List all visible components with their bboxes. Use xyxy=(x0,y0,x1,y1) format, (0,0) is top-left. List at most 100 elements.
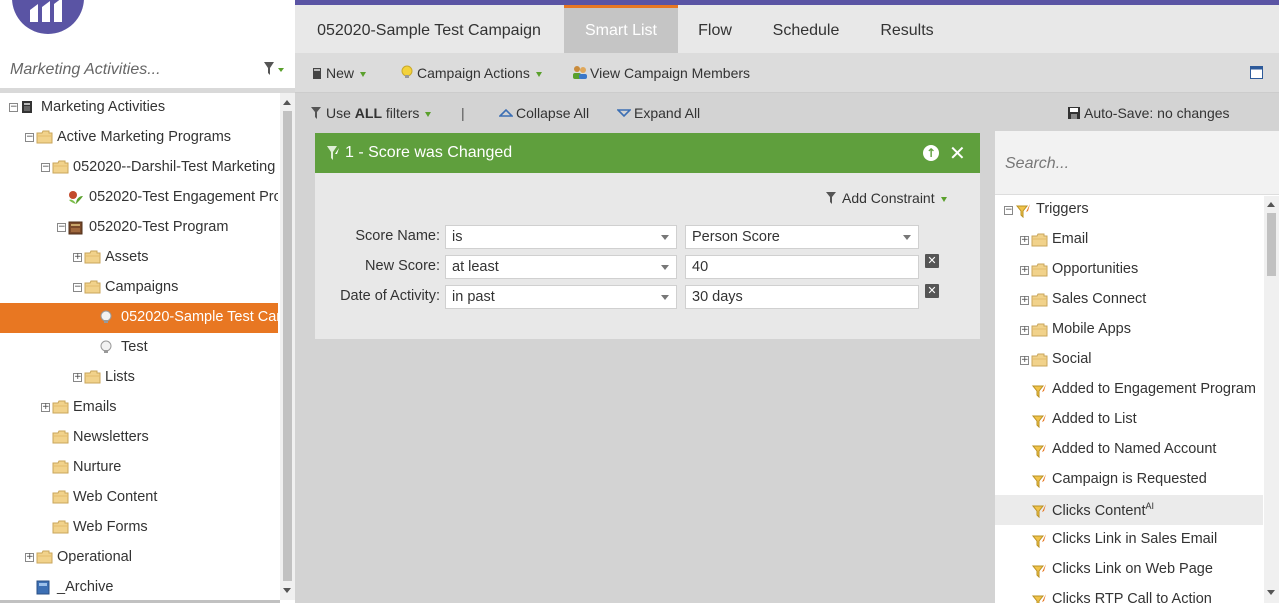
collapse-toggle-icon[interactable]: − xyxy=(73,283,82,292)
scroll-thumb[interactable] xyxy=(283,111,292,581)
add-constraint-button[interactable]: Add Constraint xyxy=(825,190,947,206)
save-disk-icon xyxy=(1068,107,1080,119)
tree-item[interactable]: − 052020--Darshil-Test Marketing xyxy=(0,153,278,183)
close-icon[interactable]: ✕ xyxy=(949,141,966,165)
tab-smart-list[interactable]: Smart List xyxy=(564,5,678,53)
trigger-icon xyxy=(1015,203,1031,219)
tree-item-label: 052020-Test Engagement Pro xyxy=(89,189,278,205)
palette-item[interactable]: + Mobile Apps xyxy=(995,315,1263,345)
window-maximize-icon[interactable] xyxy=(1250,66,1263,82)
operator-select[interactable]: in past xyxy=(445,285,677,309)
tab-schedule[interactable]: Schedule xyxy=(752,5,860,53)
view-campaign-members-button[interactable]: View Campaign Members xyxy=(571,65,750,81)
palette-item[interactable]: + Sales Connect xyxy=(995,285,1263,315)
palette-item[interactable]: + Social xyxy=(995,345,1263,375)
expand-toggle-icon[interactable]: + xyxy=(41,403,50,412)
tree-item[interactable]: 052020-Sample Test Can xyxy=(0,303,278,333)
autosave-label: Auto-Save: no changes xyxy=(1084,105,1230,121)
palette-search-input[interactable]: Search... xyxy=(1005,155,1069,173)
palette-item[interactable]: Added to Named Account xyxy=(995,435,1263,465)
new-menu-button[interactable]: New xyxy=(312,65,367,81)
scroll-down-arrow-icon[interactable] xyxy=(1267,590,1275,595)
expand-toggle-icon[interactable]: + xyxy=(25,553,34,562)
campaign-tabs: 052020-Sample Test Campaign Smart List F… xyxy=(295,5,1279,53)
expand-toggle-icon[interactable]: + xyxy=(1020,236,1029,245)
collapse-toggle-icon[interactable]: − xyxy=(9,103,18,112)
tree-item[interactable]: − Active Marketing Programs xyxy=(0,123,278,153)
tree-item[interactable]: − Campaigns xyxy=(0,273,278,303)
palette-item-label: Clicks RTP Call to Action xyxy=(1052,591,1212,603)
collapse-all-button[interactable]: Collapse All xyxy=(498,105,589,121)
smart-campaign-icon xyxy=(100,310,116,324)
tree-item[interactable]: + Operational xyxy=(0,543,278,573)
expand-toggle-icon[interactable]: + xyxy=(73,253,82,262)
move-up-icon[interactable]: ↑ xyxy=(923,145,939,161)
palette-item[interactable]: Clicks Link on Web Page xyxy=(995,555,1263,585)
collapse-toggle-icon[interactable]: − xyxy=(57,223,66,232)
tree-item[interactable]: Web Content xyxy=(0,483,278,513)
tree-item[interactable]: Test xyxy=(0,333,278,363)
tab-campaign[interactable]: 052020-Sample Test Campaign xyxy=(295,5,563,53)
remove-constraint-icon[interactable]: ✕ xyxy=(925,284,939,298)
tree-item[interactable]: − 052020-Test Program xyxy=(0,213,278,243)
palette-item[interactable]: Clicks Link in Sales Email xyxy=(995,525,1263,555)
tab-results[interactable]: Results xyxy=(860,5,954,53)
tree-search-input[interactable]: Marketing Activities... xyxy=(10,61,161,79)
filter-card-header[interactable]: 1 - Score was Changed ↑ ✕ xyxy=(315,133,980,173)
palette-item-label: Clicks Link in Sales Email xyxy=(1052,531,1217,547)
tree-item[interactable]: Nurture xyxy=(0,453,278,483)
palette-item-label: Email xyxy=(1052,231,1088,247)
folder-icon xyxy=(52,520,69,534)
marketo-logo[interactable] xyxy=(12,0,84,34)
scroll-thumb[interactable] xyxy=(1267,213,1276,276)
tree-item[interactable]: + Lists xyxy=(0,363,278,393)
collapse-toggle-icon[interactable]: − xyxy=(1004,206,1013,215)
expand-toggle-icon[interactable]: + xyxy=(1020,326,1029,335)
palette-item[interactable]: Added to Engagement Program xyxy=(995,375,1263,405)
palette-item[interactable]: − Triggers xyxy=(995,195,1263,225)
operator-select[interactable]: at least xyxy=(445,255,677,279)
scroll-up-arrow-icon[interactable] xyxy=(283,100,291,105)
tree-scrollbar[interactable] xyxy=(280,93,295,600)
palette-scrollbar[interactable] xyxy=(1264,196,1279,603)
expand-all-button[interactable]: Expand All xyxy=(616,105,700,121)
expand-toggle-icon[interactable]: + xyxy=(73,373,82,382)
tree-item[interactable]: + Emails xyxy=(0,393,278,423)
palette-item[interactable]: Campaign is Requested xyxy=(995,465,1263,495)
palette-item[interactable]: + Opportunities xyxy=(995,255,1263,285)
tree-item-label: _Archive xyxy=(57,579,114,595)
collapse-toggle-icon[interactable]: − xyxy=(25,133,34,142)
palette-item[interactable]: Added to List xyxy=(995,405,1263,435)
operator-select[interactable]: is xyxy=(445,225,677,249)
palette-item[interactable]: Clicks ContentAI xyxy=(995,495,1263,525)
filter-funnel-icon xyxy=(311,107,321,119)
tree-item[interactable]: _Archive xyxy=(0,573,278,600)
palette-item[interactable]: + Email xyxy=(995,225,1263,255)
value-input[interactable]: 30 days xyxy=(685,285,919,309)
constraint-value: 30 days xyxy=(692,289,743,305)
collapse-toggle-icon[interactable]: − xyxy=(41,163,50,172)
folder-icon xyxy=(36,550,53,564)
tree-item[interactable]: + Assets xyxy=(0,243,278,273)
tree-item[interactable]: 052020-Test Engagement Pro xyxy=(0,183,278,213)
campaign-actions-button[interactable]: Campaign Actions xyxy=(401,65,542,81)
palette-search[interactable]: Search... xyxy=(995,131,1279,195)
value-select[interactable]: Person Score xyxy=(685,225,919,249)
folder-icon xyxy=(1031,263,1048,277)
tree-item[interactable]: − Marketing Activities xyxy=(0,93,278,123)
expand-toggle-icon[interactable]: + xyxy=(1020,356,1029,365)
tree-filter-icon[interactable] xyxy=(262,60,286,81)
use-all-filters-menu[interactable]: Use ALL filters xyxy=(310,105,432,121)
tree-item[interactable]: Web Forms xyxy=(0,513,278,543)
palette-item[interactable]: Clicks RTP Call to Action xyxy=(995,585,1263,603)
tab-flow[interactable]: Flow xyxy=(678,5,752,53)
tree-search[interactable]: Marketing Activities... xyxy=(0,52,295,88)
palette-item-text: Email xyxy=(1052,231,1089,247)
expand-toggle-icon[interactable]: + xyxy=(1020,266,1029,275)
tree-item[interactable]: Newsletters xyxy=(0,423,278,453)
remove-constraint-icon[interactable]: ✕ xyxy=(925,254,939,268)
scroll-up-arrow-icon[interactable] xyxy=(1267,202,1275,207)
scroll-down-arrow-icon[interactable] xyxy=(283,588,291,593)
value-input[interactable]: 40 xyxy=(685,255,919,279)
expand-toggle-icon[interactable]: + xyxy=(1020,296,1029,305)
